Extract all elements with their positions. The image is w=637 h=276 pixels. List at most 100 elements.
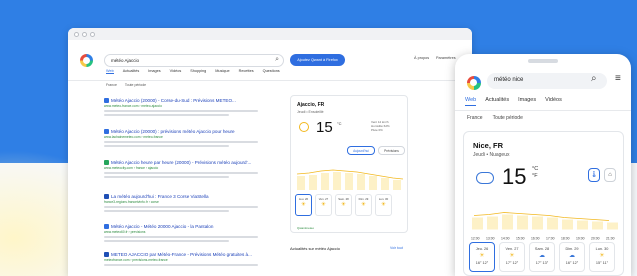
today-button[interactable]: Aujourd'hui <box>347 146 375 155</box>
news-see-all-link[interactable]: Voir tout <box>390 246 403 250</box>
forecast-day[interactable]: Dim. 29 ☀ <box>355 194 372 216</box>
forecast-day[interactable]: Jeu. 26 ☀ <box>295 194 312 216</box>
result-title[interactable]: Météo Ajaccio - Météo 20000 Ajaccio - la… <box>111 224 213 229</box>
tab-images[interactable]: Images <box>518 97 536 106</box>
region-filter[interactable]: France <box>106 83 117 87</box>
search-result[interactable]: METEO AJACCIO par Météo-France - Prévisi… <box>104 252 264 267</box>
celsius-toggle[interactable]: °C <box>532 166 538 173</box>
result-url[interactable]: www.meteo60.fr › previsions <box>104 230 264 234</box>
about-link[interactable]: À propos <box>414 56 429 60</box>
result-snippet-line <box>104 235 258 239</box>
search-result[interactable]: La météo aujourd'hui : France 3 Corse Vi… <box>104 194 264 213</box>
window-minimize-dot[interactable] <box>82 31 87 37</box>
result-url[interactable]: www.meteocity.com › france › ajaccio <box>104 166 264 170</box>
qwant-logo-icon[interactable] <box>467 76 481 90</box>
forecast-day[interactable]: Lun. 30 ☀ <box>375 194 392 216</box>
search-result[interactable]: Météo Ajaccio (20000) : prévisions météo… <box>104 129 264 148</box>
weather-source-link[interactable]: Qwantmeteo <box>297 226 314 230</box>
cloud-icon <box>476 172 494 184</box>
result-title[interactable]: La météo aujourd'hui : France 3 Corse Vi… <box>111 194 209 199</box>
hour-label: 19:00 <box>576 237 585 241</box>
window-close-dot[interactable] <box>74 31 79 37</box>
site-favicon-icon <box>104 98 109 104</box>
result-url[interactable]: meteofrance.com › previsions-meteo-franc… <box>104 258 264 262</box>
weather-date: Jeudi • Nuageux <box>473 152 510 158</box>
sun-icon: ☀ <box>340 202 347 208</box>
result-title[interactable]: Météo Ajaccio (20000) : prévisions météo… <box>111 129 235 134</box>
temperature-units: °C °F <box>532 166 538 180</box>
tab-music[interactable]: Musique <box>215 69 229 74</box>
site-favicon-icon <box>104 252 109 258</box>
date-filter[interactable]: Toute période <box>125 83 146 87</box>
sun-icon: ☀ <box>300 202 307 208</box>
window-maximize-dot[interactable] <box>90 31 95 37</box>
forecast-day[interactable]: Ven. 27 ☀ <box>315 194 332 216</box>
add-to-firefox-button[interactable]: Ajoutez Qwant à Firefox <box>290 54 345 66</box>
result-title[interactable]: Météo Ajaccio heure par heure (20000) - … <box>111 160 251 165</box>
forecast-day[interactable]: Ven. 27 ☀ 17° 12° <box>499 242 525 272</box>
hourly-temperature-graph <box>296 169 404 190</box>
tab-videos[interactable]: Vidéos <box>170 69 182 74</box>
search-result[interactable]: Météo Ajaccio heure par heure (20000) - … <box>104 160 264 179</box>
result-title[interactable]: METEO AJACCIO par Météo-France - Prévisi… <box>111 252 252 257</box>
daily-forecast: Jeu. 26 ☀ Ven. 27 ☀ Sam. 28 ☀ Dim. 29 ☀ Lun.… <box>295 194 392 216</box>
sun-icon: ☀ <box>380 202 387 208</box>
search-icon[interactable]: ⌕ <box>591 73 597 84</box>
home-icon[interactable]: ⌂ <box>604 168 616 182</box>
mobile-phone-mockup: météo nice ⌕ ≡ Web Actualités Images Vid… <box>455 54 631 276</box>
search-icon[interactable]: ⌕ <box>275 56 279 64</box>
tab-recipes[interactable]: Recettes <box>239 69 254 74</box>
result-url[interactable]: www.lachainemeteo.com › meteo-france <box>104 135 264 139</box>
site-favicon-icon <box>104 224 109 230</box>
hour-label: 21:00 <box>606 237 615 241</box>
menu-icon[interactable]: ≡ <box>615 73 621 84</box>
region-filter[interactable]: France <box>467 115 483 121</box>
tab-shopping[interactable]: Shopping <box>190 69 206 74</box>
weather-date: Jeudi • Ensoleillé <box>297 110 324 114</box>
tab-questions[interactable]: Questions <box>263 69 280 74</box>
forecast-day[interactable]: Sam. 28 ☁ 17° 13° <box>529 242 555 272</box>
search-result[interactable]: Météo Ajaccio (20000) - Corse-du-Sud : P… <box>104 98 264 117</box>
hour-label: 16:00 <box>531 237 540 241</box>
desktop-browser-mockup: météo Ajaccio ⌕ Ajoutez Qwant à Firefox … <box>68 28 472 276</box>
tab-videos[interactable]: Vidéos <box>545 97 562 106</box>
site-favicon-icon <box>104 194 109 200</box>
settings-link[interactable]: Paramètres <box>436 56 456 60</box>
result-snippet-line <box>104 144 229 148</box>
tab-web[interactable]: Web <box>106 69 114 74</box>
fahrenheit-toggle[interactable]: °F <box>532 173 538 180</box>
tab-news[interactable]: Actualités <box>485 97 509 106</box>
tab-web[interactable]: Web <box>465 97 477 106</box>
sun-icon: ☀ <box>509 253 515 259</box>
window-titlebar <box>68 28 472 40</box>
hour-label: 18:00 <box>561 237 570 241</box>
search-result[interactable]: Météo Ajaccio - Météo 20000 Ajaccio - la… <box>104 224 264 243</box>
search-input[interactable]: météo Ajaccio ⌕ <box>104 54 284 67</box>
result-snippet-line <box>104 239 229 243</box>
result-snippet-line <box>104 113 229 117</box>
date-filter[interactable]: Toute période <box>493 115 523 121</box>
result-title[interactable]: Météo Ajaccio (20000) - Corse-du-Sud : P… <box>111 98 236 103</box>
result-url[interactable]: www.meteo-france.com › meteo-ajaccio <box>104 104 264 108</box>
forecast-day[interactable]: Sam. 28 ☀ <box>335 194 352 216</box>
sun-icon: ☀ <box>479 253 485 259</box>
hour-label: 20:00 <box>591 237 600 241</box>
forecast-day[interactable]: Dim. 29 ☁ 16° 12° <box>559 242 585 272</box>
result-snippet-line <box>104 171 258 175</box>
sun-icon: ☀ <box>320 202 327 208</box>
site-favicon-icon <box>104 129 109 135</box>
sun-icon <box>299 122 309 132</box>
tabs-divider <box>68 80 472 81</box>
tab-news[interactable]: Actualités <box>123 69 139 74</box>
search-tabs: Web Actualités Images Vidéos Shopping Mu… <box>106 69 280 74</box>
tab-images[interactable]: Images <box>148 69 160 74</box>
forecast-button[interactable]: Prévisions <box>378 146 405 155</box>
search-input[interactable]: météo nice <box>487 73 607 89</box>
result-url[interactable]: france3-regions.francetvinfo.fr › corse <box>104 200 264 204</box>
forecast-day[interactable]: Jeu. 26 ☀ 16° 12° <box>469 242 495 272</box>
forecast-day[interactable]: Lun. 30 ☀ 15° 11° <box>589 242 615 272</box>
qwant-logo-icon[interactable] <box>80 54 93 67</box>
temperature-unit[interactable]: °C <box>337 121 342 126</box>
thermometer-icon[interactable]: 🌡 <box>588 168 600 182</box>
weather-card: Nice, FR Jeudi • Nuageux 15 °C °F 🌡 ⌂ 12… <box>463 131 624 276</box>
